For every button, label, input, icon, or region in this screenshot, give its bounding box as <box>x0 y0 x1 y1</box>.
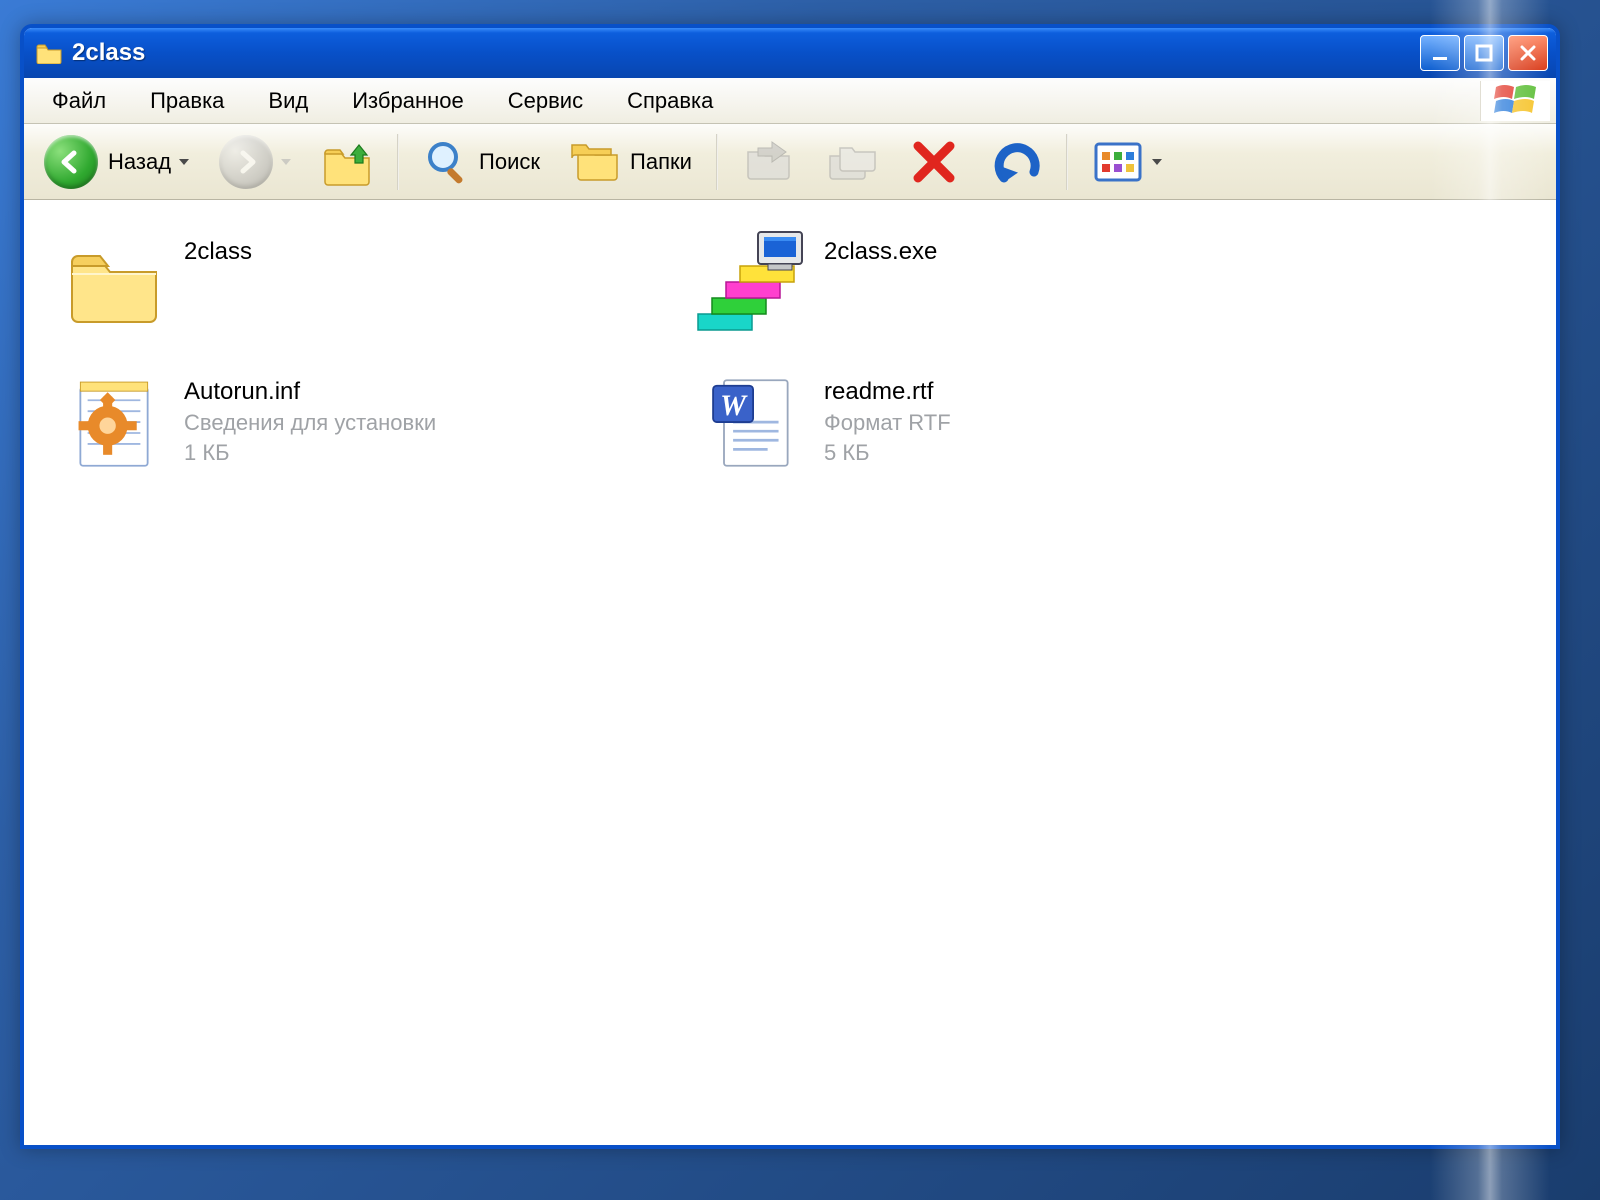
chevron-down-icon <box>1150 149 1164 175</box>
undo-button[interactable] <box>976 132 1052 192</box>
windows-logo-icon <box>1480 81 1550 121</box>
window-title: 2class <box>72 39 1420 67</box>
menu-tools[interactable]: Сервис <box>486 82 605 120</box>
chevron-down-icon <box>279 149 293 175</box>
copy-to-button <box>816 132 892 192</box>
folder-icon <box>36 42 62 64</box>
maximize-button[interactable] <box>1464 35 1504 71</box>
file-item-rtf[interactable]: W readme.rtf Формат RTF 5 КБ <box>684 360 1324 490</box>
folders-button[interactable]: Папки <box>558 131 702 193</box>
back-label: Назад <box>108 149 171 175</box>
views-button[interactable] <box>1082 134 1174 190</box>
folder-icon <box>54 228 174 338</box>
toolbar-separator <box>1066 134 1068 190</box>
file-name: readme.rtf <box>824 376 951 408</box>
menu-edit[interactable]: Правка <box>128 82 246 120</box>
file-type: Формат RTF <box>824 408 951 438</box>
minimize-button[interactable] <box>1420 35 1460 71</box>
file-size: 5 КБ <box>824 438 951 468</box>
menu-help[interactable]: Справка <box>605 82 735 120</box>
file-name: Autorun.inf <box>184 376 436 408</box>
file-name: 2class <box>184 236 252 268</box>
up-button[interactable] <box>311 131 383 193</box>
close-button[interactable] <box>1508 35 1548 71</box>
forward-button <box>209 129 303 195</box>
folders-icon <box>568 137 624 187</box>
toolbar-separator <box>397 134 399 190</box>
file-item-folder[interactable]: 2class <box>44 220 684 350</box>
search-button[interactable]: Поиск <box>413 131 550 193</box>
chevron-down-icon <box>177 149 191 175</box>
search-icon <box>423 137 473 187</box>
copy-to-icon <box>826 138 882 186</box>
move-to-button <box>732 132 808 192</box>
word-document-icon: W <box>694 368 814 478</box>
menu-file[interactable]: Файл <box>30 82 128 120</box>
file-type: Сведения для установки <box>184 408 436 438</box>
views-icon <box>1092 140 1144 184</box>
menu-favorites[interactable]: Избранное <box>330 82 486 120</box>
file-item-exe[interactable]: 2class.exe <box>684 220 1324 350</box>
move-to-icon <box>742 138 798 186</box>
file-name: 2class.exe <box>824 236 937 268</box>
undo-icon <box>986 138 1042 186</box>
titlebar[interactable]: 2class <box>24 28 1556 78</box>
file-item-inf[interactable]: Autorun.inf Сведения для установки 1 КБ <box>44 360 684 490</box>
search-label: Поиск <box>479 149 540 175</box>
back-button[interactable]: Назад <box>34 129 201 195</box>
svg-text:W: W <box>720 390 748 422</box>
explorer-window: 2class Файл Правка Вид Избранное Сервис … <box>20 24 1560 1149</box>
delete-button[interactable] <box>900 132 968 192</box>
forward-arrow-icon <box>219 135 273 189</box>
menubar: Файл Правка Вид Избранное Сервис Справка <box>24 78 1556 124</box>
toolbar-separator <box>716 134 718 190</box>
installer-exe-icon <box>694 228 814 338</box>
toolbar: Назад <box>24 124 1556 200</box>
folder-up-icon <box>321 137 373 187</box>
back-arrow-icon <box>44 135 98 189</box>
file-size: 1 КБ <box>184 438 436 468</box>
menu-view[interactable]: Вид <box>246 82 330 120</box>
file-list: 2class 2class.exe <box>24 200 1556 1145</box>
folders-label: Папки <box>630 149 692 175</box>
inf-gear-icon <box>54 368 174 478</box>
delete-x-icon <box>910 138 958 186</box>
